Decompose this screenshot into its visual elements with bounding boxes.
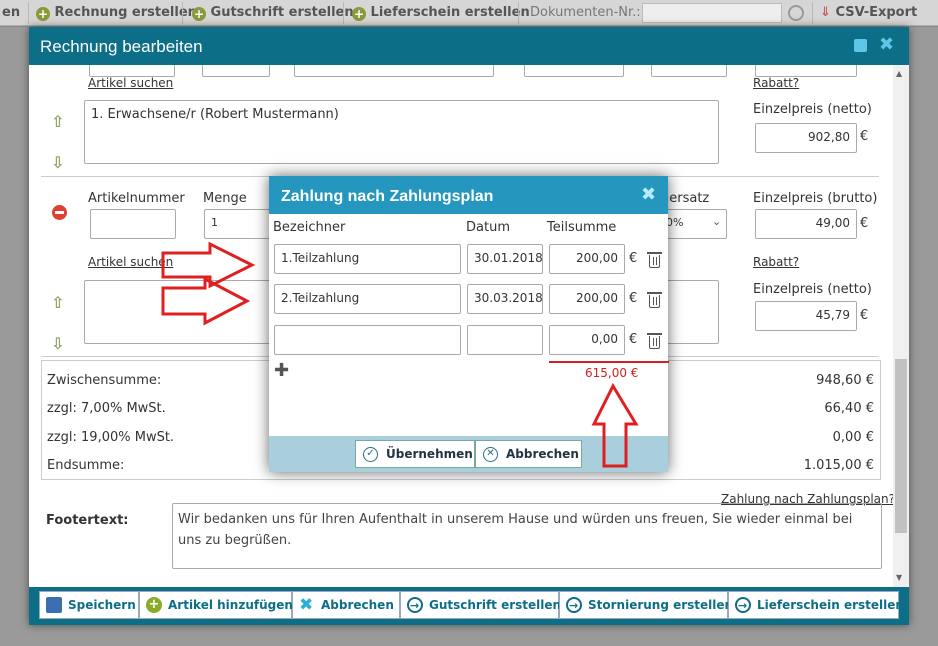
- annotation-overlay: [161, 241, 639, 468]
- annotation-arrow-icon: [591, 382, 639, 468]
- annotation-arrow-icon: [161, 276, 251, 326]
